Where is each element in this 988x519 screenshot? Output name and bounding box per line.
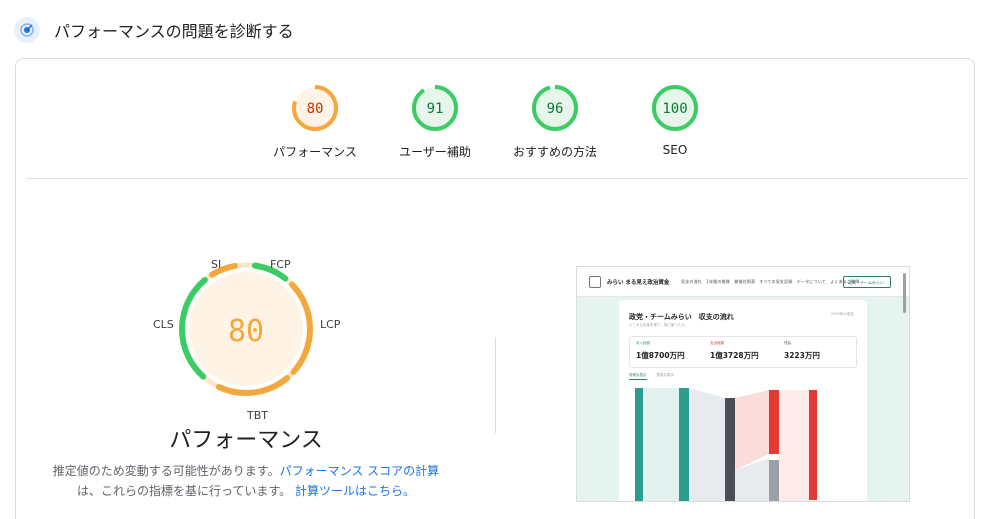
calculator-link[interactable]: 計算ツールはこちら。 xyxy=(295,484,415,498)
desc-text: 推定値のため変動する可能性があります。 xyxy=(52,464,280,478)
gauge-seo-ring: 100 xyxy=(652,85,698,131)
metric-label-fcp: FCP xyxy=(270,258,291,271)
gauge-label: SEO xyxy=(662,143,688,157)
score-gauges: 80 パフォーマンス 91 ユーザー補助 96 おすすめの方法 100 SEO xyxy=(16,59,974,179)
shot-tab-simple: 簡易な表示 xyxy=(656,373,675,377)
shot-tab-detail: 詳細な表示 xyxy=(629,373,647,380)
sankey-node-expense xyxy=(769,390,779,454)
stat-label: 支出総額 xyxy=(710,341,724,345)
report-card: 80 パフォーマンス 91 ユーザー補助 96 おすすめの方法 100 SEO … xyxy=(15,58,975,519)
shot-panel: 政党・チームみらい 収支の流れ どこからお金を得て、何に使ったか 2025年の収… xyxy=(619,300,867,501)
gauge-accessibility-ring: 91 xyxy=(412,85,458,131)
shot-stats: 収入総額 1億8700万円 支出総額 1億3728万円 残高 3223万円 xyxy=(629,336,857,368)
gauge-label: おすすめの方法 xyxy=(512,145,597,159)
sankey-node-balance xyxy=(725,398,735,501)
sankey-node-income xyxy=(635,388,643,501)
sankey-node-income-total xyxy=(679,388,689,501)
stat-label: 残高 xyxy=(784,341,791,345)
performance-metric-gauge: 80 xyxy=(179,262,313,396)
performance-title: パフォーマンス xyxy=(169,428,323,453)
performance-score: 80 xyxy=(228,314,264,349)
section-header: パフォーマンスの問題を診断する xyxy=(14,16,294,44)
gauge-icon xyxy=(14,17,40,43)
sankey-node-expense-other xyxy=(769,460,779,501)
sankey-flow xyxy=(689,388,725,501)
metric-label-tbt: TBT xyxy=(247,409,268,422)
shot-selector: 政党・チームみらい xyxy=(843,276,891,288)
gauge-score: 100 xyxy=(662,101,687,117)
gauge-score: 91 xyxy=(427,101,444,117)
shot-stat-income: 収入総額 1億8700万円 xyxy=(636,341,685,361)
sankey-flow xyxy=(779,390,809,501)
gauge-accessibility[interactable]: 91 ユーザー補助 xyxy=(375,83,495,160)
gauge-seo[interactable]: 100 SEO xyxy=(615,83,735,157)
vertical-divider xyxy=(495,337,496,433)
shot-scrollbar xyxy=(903,273,906,313)
gauge-score: 96 xyxy=(547,101,564,117)
metric-label-lcp: LCP xyxy=(320,318,341,331)
desc-text: は、これらの指標を基に行っています。 xyxy=(76,484,292,498)
metric-label-cls: CLS xyxy=(153,318,174,331)
shot-panel-title: 政党・チームみらい 収支の流れ xyxy=(629,313,734,321)
stat-label: 収入総額 xyxy=(636,341,650,345)
score-calc-link[interactable]: パフォーマンス スコアの計算 xyxy=(280,464,440,478)
shot-navbar: みらい まる見え政治資金 収支の流れ 1年間の推移 貸借対照表 すべての収支記録… xyxy=(577,267,909,297)
sankey-flow xyxy=(643,388,679,501)
shot-panel-link: 2025年の収支 xyxy=(831,312,854,316)
shot-stat-balance: 残高 3223万円 xyxy=(784,341,820,361)
shot-stat-expense: 支出総額 1億3728万円 xyxy=(710,341,759,361)
page-screenshot-thumbnail[interactable]: みらい まる見え政治資金 収支の流れ 1年間の推移 貸借対照表 すべての収支記録… xyxy=(576,266,910,502)
gauge-best-practices[interactable]: 96 おすすめの方法 xyxy=(495,83,615,160)
section-divider xyxy=(26,178,968,179)
metric-label-si: SI xyxy=(211,258,222,271)
gauge-performance[interactable]: 80 パフォーマンス xyxy=(255,83,375,160)
shot-brand: みらい まる見え政治資金 xyxy=(607,280,670,286)
stat-value: 1億3728万円 xyxy=(710,351,759,360)
performance-description: 推定値のため変動する可能性があります。パフォーマンス スコアの計算 は、これらの… xyxy=(46,461,446,501)
shot-logo-icon xyxy=(589,276,601,288)
shot-tabs: 詳細な表示 簡易な表示 xyxy=(629,373,675,380)
gauge-best-practices-ring: 96 xyxy=(532,85,578,131)
stat-value: 3223万円 xyxy=(784,351,820,360)
gauge-label: パフォーマンス xyxy=(273,145,357,159)
section-title: パフォーマンスの問題を診断する xyxy=(54,22,294,41)
gauge-score: 80 xyxy=(307,101,324,117)
shot-nav-links: 収支の流れ 1年間の推移 貸借対照表 すべての収支記録 データについて よくある… xyxy=(681,279,860,284)
sankey-flow xyxy=(735,390,769,470)
shot-sankey-diagram xyxy=(635,388,817,501)
gauge-label: ユーザー補助 xyxy=(399,145,471,159)
sankey-node-expense-items xyxy=(809,390,817,500)
stat-value: 1億8700万円 xyxy=(636,351,685,360)
gauge-performance-ring: 80 xyxy=(292,85,338,131)
shot-panel-sub: どこからお金を得て、何に使ったか xyxy=(629,323,685,327)
